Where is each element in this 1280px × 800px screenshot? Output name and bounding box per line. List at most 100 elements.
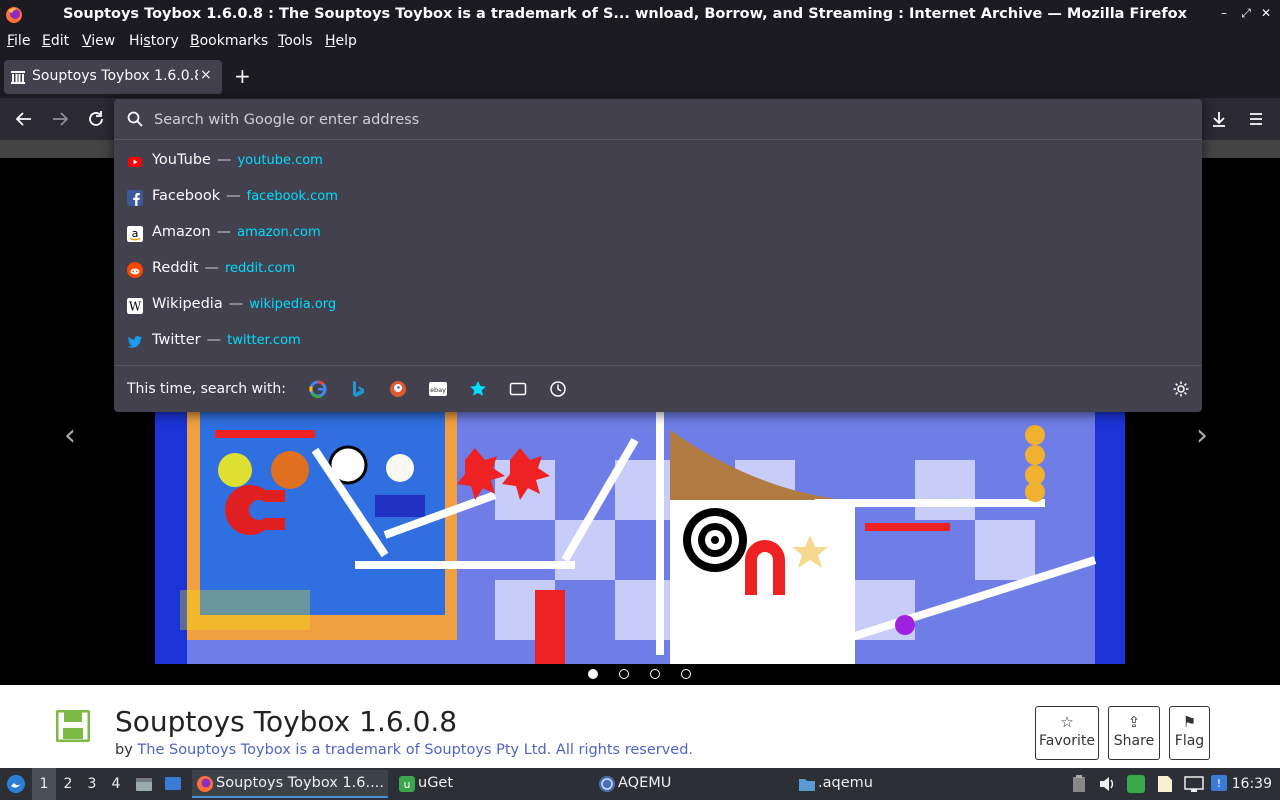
share-icon: ⇪ bbox=[1127, 713, 1141, 731]
favorite-label: Favorite bbox=[1039, 733, 1095, 749]
svg-text:u: u bbox=[404, 778, 411, 791]
menu-edit[interactable]: Edit bbox=[42, 33, 69, 49]
twitter-icon bbox=[127, 336, 142, 348]
menu-view[interactable]: View bbox=[82, 33, 115, 49]
carousel-dot-4[interactable] bbox=[681, 669, 691, 679]
task-label: .aqemu bbox=[818, 775, 873, 791]
suggestion-twitter[interactable]: Twitter — twitter.com bbox=[114, 324, 1202, 360]
favorite-button[interactable]: ☆ Favorite bbox=[1035, 706, 1099, 760]
network-tray-icon[interactable] bbox=[1184, 775, 1204, 793]
workspace-4[interactable]: 4 bbox=[104, 768, 128, 800]
download-icon bbox=[1213, 112, 1225, 127]
tab-title: Souptoys Toybox 1.6.0.8 bbox=[32, 68, 198, 84]
carousel-prev-button[interactable]: ‹ bbox=[64, 418, 76, 453]
suggestion-facebook[interactable]: Facebook — facebook.com bbox=[114, 180, 1202, 216]
close-window-button[interactable]: ✕ bbox=[1256, 6, 1276, 20]
workspace-1[interactable]: 1 bbox=[32, 768, 56, 800]
menu-file[interactable]: File bbox=[7, 33, 30, 49]
app-menu-button[interactable] bbox=[1243, 106, 1269, 132]
taskbar: 1 2 3 4 Souptoys Toybox 1.6.... u uGet A… bbox=[0, 768, 1280, 800]
carousel-dot-1[interactable] bbox=[588, 669, 598, 679]
suggestion-url: facebook.com bbox=[246, 189, 338, 204]
reload-icon bbox=[89, 111, 103, 126]
desktop-launcher-icon[interactable] bbox=[164, 775, 182, 793]
minimize-button[interactable]: – bbox=[1214, 6, 1234, 20]
forward-button[interactable] bbox=[47, 106, 73, 132]
svg-text:ebay: ebay bbox=[430, 386, 446, 394]
menubar: File Edit View History Bookmarks Tools H… bbox=[0, 29, 1280, 56]
suggestion-reddit[interactable]: Reddit — reddit.com bbox=[114, 252, 1202, 288]
suggestion-youtube[interactable]: YouTube — youtube.com bbox=[114, 144, 1202, 180]
carousel-next-button[interactable]: › bbox=[1196, 418, 1208, 453]
menu-tools[interactable]: Tools bbox=[278, 33, 313, 49]
tab-close-button[interactable]: × bbox=[200, 67, 212, 83]
aqemu-icon bbox=[599, 776, 615, 792]
notes-tray-icon[interactable] bbox=[1156, 774, 1174, 794]
suggestion-title: Facebook bbox=[152, 188, 221, 204]
ebay-icon[interactable]: ebay bbox=[429, 380, 447, 398]
amazon-icon: a bbox=[127, 226, 143, 242]
item-title: Souptoys Toybox 1.6.0.8 bbox=[115, 705, 458, 738]
suggestion-wikipedia[interactable]: W Wikipedia — wikipedia.org bbox=[114, 288, 1202, 324]
by-label: by bbox=[115, 742, 133, 758]
start-menu-icon[interactable] bbox=[6, 774, 26, 794]
volume-icon[interactable] bbox=[1098, 775, 1116, 793]
firefox-icon bbox=[6, 7, 22, 23]
bing-icon[interactable] bbox=[349, 380, 367, 398]
task-firefox[interactable]: Souptoys Toybox 1.6.... bbox=[192, 770, 388, 798]
downloads-button[interactable] bbox=[1206, 106, 1232, 132]
share-button[interactable]: ⇪ Share bbox=[1108, 706, 1160, 760]
youtube-icon bbox=[128, 157, 142, 167]
reddit-icon bbox=[127, 262, 143, 278]
task-uget[interactable]: u uGet bbox=[394, 770, 590, 798]
suggestion-separator: — bbox=[204, 260, 219, 276]
task-aqemu-folder[interactable]: .aqemu bbox=[794, 770, 990, 798]
history-icon[interactable] bbox=[549, 380, 567, 398]
urlbar-dropdown: YouTube — youtube.com Facebook — facebook.co… bbox=[114, 99, 1202, 412]
reload-button[interactable] bbox=[83, 106, 109, 132]
updates-tray-icon[interactable]: ! bbox=[1210, 774, 1228, 792]
hamburger-menu-icon bbox=[1250, 113, 1262, 125]
duckduckgo-icon[interactable] bbox=[389, 380, 407, 398]
task-label: uGet bbox=[418, 775, 454, 791]
menu-bookmarks[interactable]: Bookmarks bbox=[190, 33, 268, 49]
suggestion-title: Reddit bbox=[152, 260, 199, 276]
suggestion-url: wikipedia.org bbox=[249, 297, 337, 312]
carousel-dot-3[interactable] bbox=[650, 669, 660, 679]
file-manager-launcher-icon[interactable] bbox=[135, 775, 153, 793]
task-label: AQEMU bbox=[618, 775, 672, 791]
maximize-button[interactable]: ⤢ bbox=[1236, 6, 1256, 21]
workspace-2[interactable]: 2 bbox=[56, 768, 80, 800]
urlbar-input[interactable] bbox=[152, 105, 1186, 135]
clock[interactable]: 16:39 bbox=[1232, 776, 1272, 792]
suggestion-title: Wikipedia bbox=[152, 296, 223, 312]
uget-tray-icon[interactable] bbox=[1126, 774, 1146, 794]
gear-icon[interactable] bbox=[1172, 380, 1190, 398]
suggestion-separator: — bbox=[228, 296, 244, 312]
item-creator-line: by The Souptoys Toybox is a trademark of… bbox=[115, 742, 693, 758]
svg-text:W: W bbox=[129, 300, 142, 314]
search-icon bbox=[127, 111, 143, 127]
new-tab-button[interactable]: + bbox=[234, 64, 251, 88]
back-arrow-icon bbox=[15, 112, 31, 126]
suggestion-url: youtube.com bbox=[237, 153, 323, 168]
carousel-dot-2[interactable] bbox=[619, 669, 629, 679]
screenshot-image[interactable] bbox=[155, 400, 1125, 664]
clipboard-tray-icon[interactable] bbox=[1071, 775, 1087, 793]
creator-link[interactable]: The Souptoys Toybox is a trademark of So… bbox=[137, 742, 693, 758]
google-icon[interactable] bbox=[309, 380, 327, 398]
bookmarks-star-icon[interactable] bbox=[469, 380, 487, 398]
suggestion-separator: — bbox=[216, 224, 232, 240]
task-aqemu[interactable]: AQEMU bbox=[594, 770, 790, 798]
menu-history[interactable]: History bbox=[129, 33, 179, 49]
tab-souptoys[interactable]: Souptoys Toybox 1.6.0.8 × bbox=[4, 60, 222, 94]
tabs-icon[interactable] bbox=[509, 380, 527, 398]
back-button[interactable] bbox=[11, 106, 37, 132]
suggestion-amazon[interactable]: a Amazon — amazon.com bbox=[114, 216, 1202, 252]
menu-help[interactable]: Help bbox=[325, 33, 357, 49]
suggestion-url: reddit.com bbox=[224, 261, 296, 276]
flag-button[interactable]: ⚑ Flag bbox=[1169, 706, 1210, 760]
uget-icon: u bbox=[399, 776, 415, 792]
workspace-3[interactable]: 3 bbox=[80, 768, 104, 800]
suggestion-title: Twitter bbox=[152, 332, 201, 348]
